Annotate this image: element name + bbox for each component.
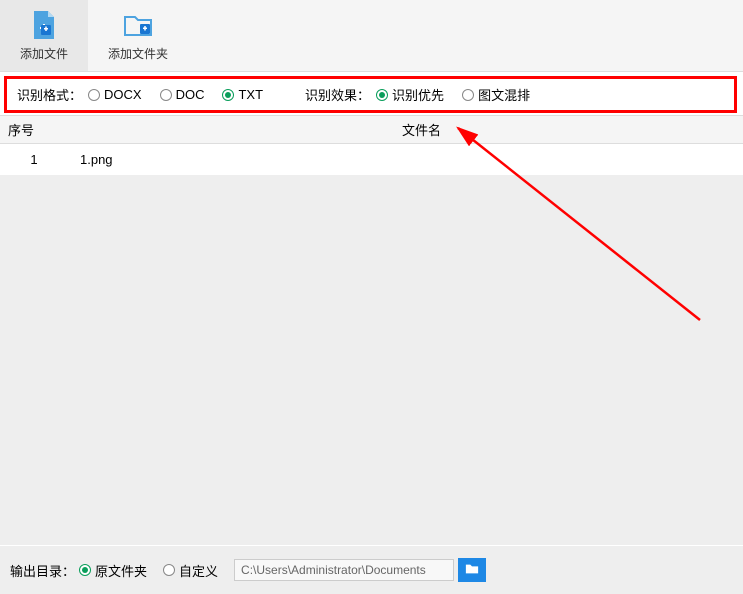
cell-name: 1.png [60, 152, 743, 167]
output-label: 输出目录： [10, 561, 75, 580]
add-folder-label: 添加文件夹 [108, 45, 168, 62]
radio-txt[interactable]: TXT [222, 87, 263, 102]
radio-custom-folder[interactable]: 自定义 [163, 561, 218, 580]
radio-original-folder[interactable]: 原文件夹 [79, 561, 147, 580]
toolbar: 添加文件 添加文件夹 [0, 0, 743, 72]
col-header-name: 文件名 [60, 120, 743, 139]
empty-area [0, 175, 743, 545]
table-body: 1 1.png [0, 144, 743, 175]
footer-bar: 输出目录： 原文件夹 自定义 [0, 546, 743, 594]
folder-icon [464, 562, 480, 579]
cell-no: 1 [0, 152, 60, 167]
add-file-label: 添加文件 [20, 45, 68, 62]
effect-label: 识别效果： [305, 85, 370, 104]
table-row[interactable]: 1 1.png [0, 144, 743, 175]
options-bar: 识别格式： DOCX DOC TXT 识别效果： 识别优先 图文混排 [4, 76, 737, 113]
table-header: 序号 文件名 [0, 115, 743, 144]
radio-recognize-priority[interactable]: 识别优先 [376, 85, 444, 104]
col-header-no: 序号 [0, 120, 60, 139]
file-add-icon [28, 9, 60, 41]
add-folder-button[interactable]: 添加文件夹 [88, 0, 188, 71]
radio-docx[interactable]: DOCX [88, 87, 142, 102]
radio-doc[interactable]: DOC [160, 87, 205, 102]
radio-mixed[interactable]: 图文混排 [462, 85, 530, 104]
format-label: 识别格式： [17, 85, 82, 104]
folder-add-icon [122, 9, 154, 41]
add-file-button[interactable]: 添加文件 [0, 0, 88, 71]
browse-folder-button[interactable] [458, 558, 486, 582]
output-path-input[interactable] [234, 559, 454, 581]
